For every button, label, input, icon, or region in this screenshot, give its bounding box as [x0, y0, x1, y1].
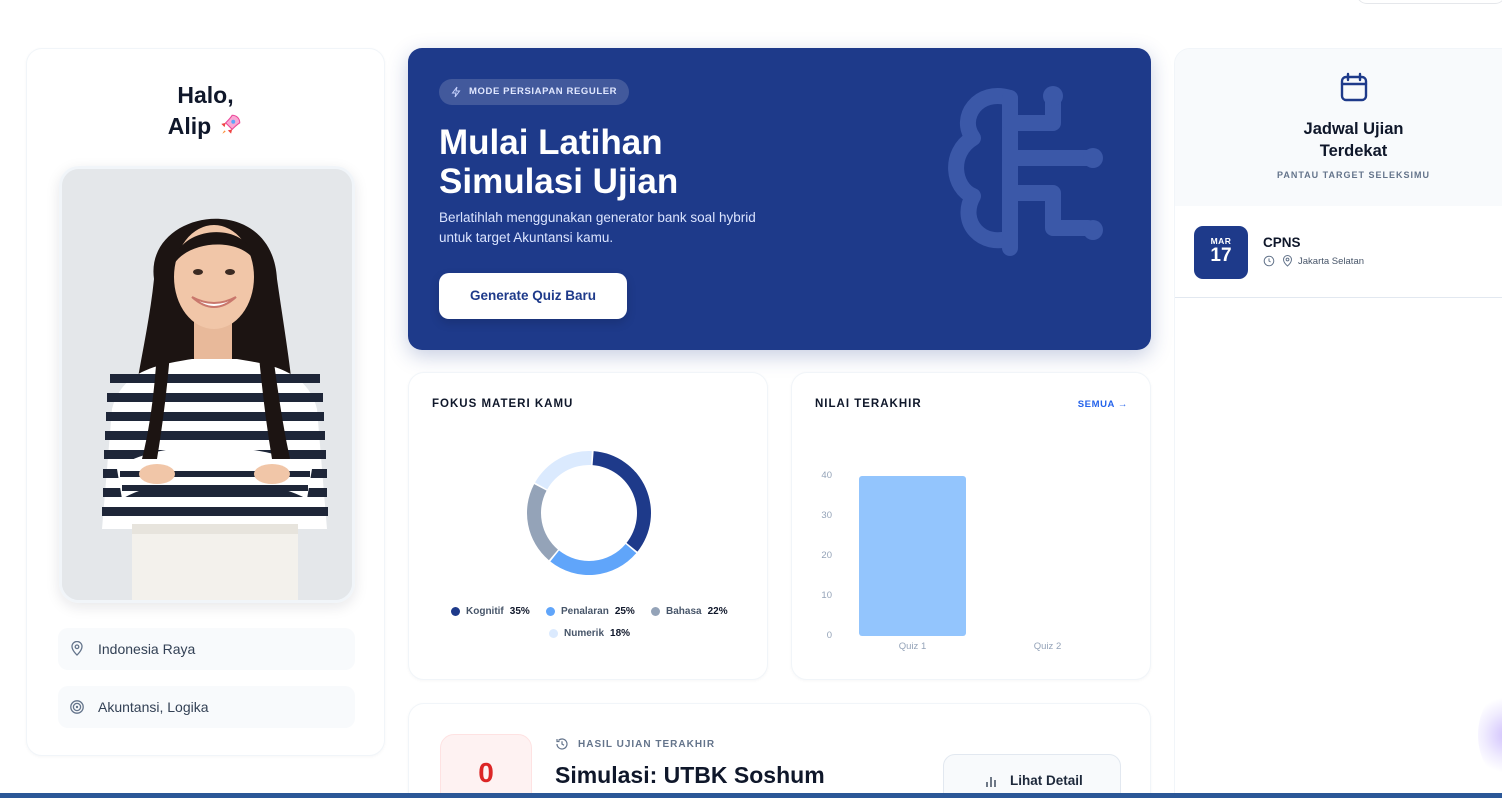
legend-pct-penalaran: 25%	[614, 606, 635, 617]
legend-dot-numerik	[549, 629, 558, 638]
hero-description-line1: Berlatihlah menggunakan generator bank s…	[439, 210, 756, 225]
bar-quiz-1	[859, 476, 966, 636]
lihat-detail-button[interactable]: Lihat Detail	[943, 754, 1121, 798]
hasil-title: Simulasi: UTBK Soshum	[555, 762, 825, 788]
lihat-detail-label: Lihat Detail	[1010, 773, 1083, 788]
donut-slice-bahasa	[527, 484, 558, 561]
calendar-icon	[1340, 72, 1368, 102]
legend-bahasa: Bahasa 22%	[651, 606, 728, 617]
brain-circuit-icon	[948, 86, 1103, 256]
donut-slice-penalaran	[550, 544, 637, 575]
top-search-pill[interactable]	[1356, 0, 1502, 4]
legend-label-numerik: Numerik	[564, 628, 605, 639]
hero-description: Berlatihlah menggunakan generator bank s…	[439, 208, 799, 248]
hero-description-line2: untuk target Akuntansi kamu.	[439, 230, 614, 245]
hero-banner: MODE PERSIAPAN REGULER Mulai Latihan Sim…	[408, 48, 1151, 350]
nilai-terakhir-card: NILAI TERAKHIR SEMUA → 0 10 20 30 40 Quiz 1 Qu…	[791, 372, 1151, 680]
hero-title-line1: Mulai Latihan	[439, 123, 663, 162]
hasil-ujian-card: 0 HASIL UJIAN TERAKHIR Simulasi: UTBK So…	[408, 703, 1151, 798]
legend-pct-numerik: 18%	[610, 628, 631, 639]
target-icon	[70, 700, 84, 714]
legend-label-kognitif: Kognitif	[466, 606, 504, 617]
event-meta: Jakarta Selatan	[1263, 255, 1365, 267]
bottom-border-bar	[0, 793, 1502, 798]
bar-chart-svg	[859, 476, 966, 636]
mode-badge-label: MODE PERSIAPAN REGULER	[469, 86, 618, 97]
jadwal-title-line2: Terdekat	[1319, 142, 1388, 160]
portrait-illustration	[62, 169, 352, 600]
greeting-text: Halo,	[177, 82, 234, 108]
hero-title-line2: Simulasi Ujian	[439, 162, 679, 201]
map-pin-icon	[1282, 255, 1293, 267]
fokus-materi-card: FOKUS MATERI KAMU Kognitif 35% Penalaran…	[408, 372, 768, 680]
history-icon	[556, 738, 568, 750]
fokus-title: FOKUS MATERI KAMU	[432, 398, 574, 410]
legend-pct-kognitif: 35%	[509, 606, 530, 617]
map-pin-icon	[71, 641, 83, 656]
jadwal-ujian-panel: Jadwal Ujian Terdekat PANTAU TARGET SELE…	[1174, 48, 1502, 798]
clock-icon	[1263, 255, 1275, 267]
bar-chart-icon	[986, 777, 996, 787]
location-text: Indonesia Raya	[98, 641, 196, 657]
donut-slice-kognitif	[592, 451, 651, 552]
jadwal-header: Jadwal Ujian Terdekat PANTAU TARGET SELE…	[1175, 49, 1502, 206]
legend-label-penalaran: Penalaran	[561, 606, 609, 617]
hero-title: Mulai Latihan Simulasi Ujian	[439, 123, 678, 201]
location-field: Indonesia Raya	[58, 628, 355, 670]
event-location: Jakarta Selatan	[1298, 256, 1365, 267]
lightning-icon	[451, 86, 461, 98]
legend-numerik: Numerik 18%	[549, 628, 630, 639]
legend-dot-bahasa	[651, 607, 660, 616]
score-badge: 0	[440, 734, 532, 798]
profile-card: Halo, Alip Indonesia Raya Akuntansi, Log…	[26, 48, 385, 756]
legend-dot-penalaran	[546, 607, 555, 616]
legend-dot-kognitif	[451, 607, 460, 616]
legend-pct-bahasa: 22%	[707, 606, 728, 617]
user-name: Alip	[167, 113, 212, 139]
hasil-label-text: HASIL UJIAN TERAKHIR	[578, 739, 716, 750]
interests-field: Akuntansi, Logika	[58, 686, 355, 728]
event-item[interactable]: MAR 17 CPNS Jakarta Selatan	[1175, 206, 1502, 298]
legend-kognitif: Kognitif 35%	[451, 606, 530, 617]
user-name-line: Alip	[27, 111, 384, 142]
profile-photo	[59, 166, 355, 603]
generate-quiz-button[interactable]: Generate Quiz Baru	[439, 273, 627, 319]
event-name: CPNS	[1263, 235, 1301, 250]
interests-text: Akuntansi, Logika	[98, 699, 209, 715]
legend-penalaran: Penalaran 25%	[546, 606, 635, 617]
jadwal-title-line1: Jadwal Ujian	[1303, 120, 1404, 138]
rocket-icon	[221, 114, 241, 134]
legend-label-bahasa: Bahasa	[666, 606, 702, 617]
event-day: 17	[1210, 245, 1232, 266]
hasil-label: HASIL UJIAN TERAKHIR	[556, 738, 716, 750]
donut-chart	[527, 451, 651, 575]
mode-badge: MODE PERSIAPAN REGULER	[439, 79, 630, 105]
jadwal-subtitle: PANTAU TARGET SELEKSIMU	[1277, 170, 1430, 180]
event-date-badge: MAR 17	[1194, 226, 1248, 279]
donut-slice-numerik	[535, 451, 592, 490]
